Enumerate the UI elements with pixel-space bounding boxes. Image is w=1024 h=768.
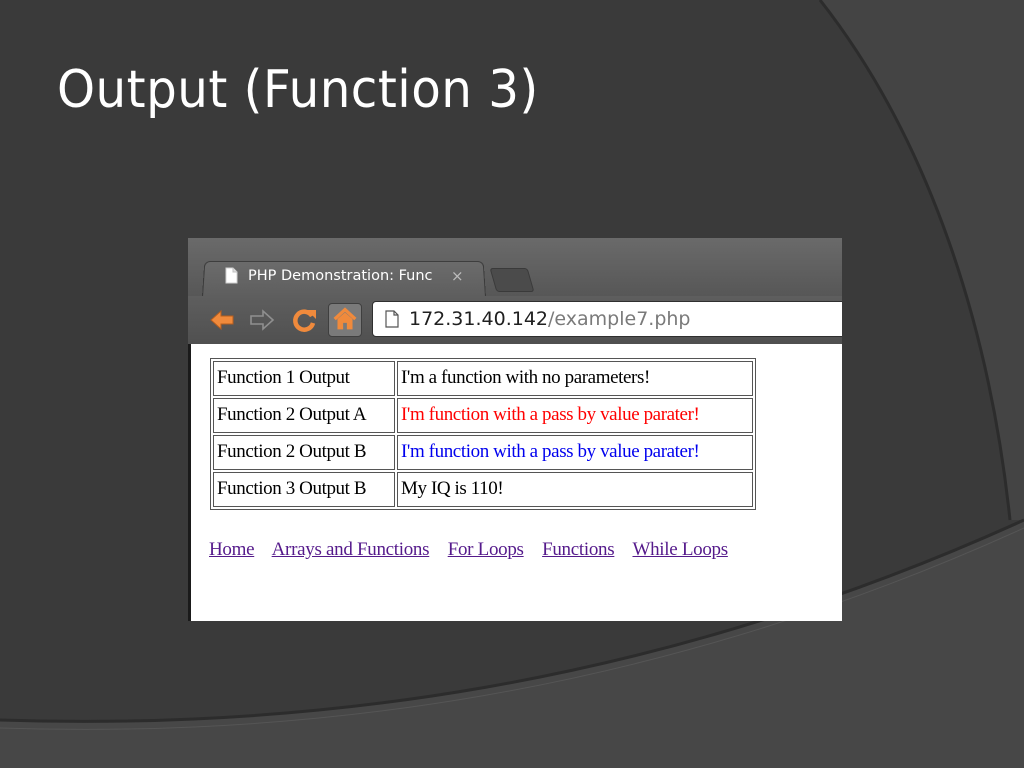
tab-title: PHP Demonstration: Func <box>248 268 433 284</box>
table-row: Function 2 Output A I'm function with a … <box>213 398 753 433</box>
reload-icon[interactable] <box>291 306 319 334</box>
link-home[interactable]: Home <box>209 539 255 560</box>
document-icon <box>225 267 238 284</box>
nav-links: Home Arrays and Functions For Loops Func… <box>209 539 742 561</box>
row-label: Function 2 Output B <box>213 435 395 470</box>
table-row: Function 3 Output B My IQ is 110! <box>213 472 753 507</box>
row-label: Function 1 Output <box>213 361 395 396</box>
link-arrays-and-functions[interactable]: Arrays and Functions <box>272 539 430 560</box>
browser-screenshot: PHP Demonstration: Func × 172.31.40.142/ <box>188 238 842 621</box>
slide: Output (Function 3) PHP Demonstration: F… <box>0 0 1024 768</box>
slide-title: Output (Function 3) <box>57 60 539 120</box>
home-icon <box>333 307 357 330</box>
url-path: /example7.php <box>548 308 691 330</box>
home-button[interactable] <box>328 303 362 337</box>
arrow-left-icon[interactable] <box>208 306 236 334</box>
link-while-loops[interactable]: While Loops <box>632 539 728 560</box>
row-value: I'm function with a pass by value parate… <box>397 435 753 470</box>
address-bar[interactable]: 172.31.40.142/example7.php <box>372 301 842 337</box>
arrow-right-icon[interactable] <box>248 306 276 334</box>
new-tab-button[interactable] <box>489 268 535 292</box>
row-label: Function 3 Output B <box>213 472 395 507</box>
row-value: I'm a function with no parameters! <box>397 361 753 396</box>
url-host: 172.31.40.142 <box>409 308 549 330</box>
page-content: Function 1 Output I'm a function with no… <box>191 344 842 621</box>
link-functions[interactable]: Functions <box>542 539 615 560</box>
close-icon[interactable]: × <box>451 267 464 285</box>
row-value: My IQ is 110! <box>397 472 753 507</box>
table-row: Function 2 Output B I'm function with a … <box>213 435 753 470</box>
row-value: I'm function with a pass by value parate… <box>397 398 753 433</box>
row-label: Function 2 Output A <box>213 398 395 433</box>
output-table: Function 1 Output I'm a function with no… <box>210 358 756 510</box>
table-row: Function 1 Output I'm a function with no… <box>213 361 753 396</box>
url-text: 172.31.40.142/example7.php <box>409 308 691 330</box>
link-for-loops[interactable]: For Loops <box>448 539 524 560</box>
document-icon <box>385 310 399 328</box>
